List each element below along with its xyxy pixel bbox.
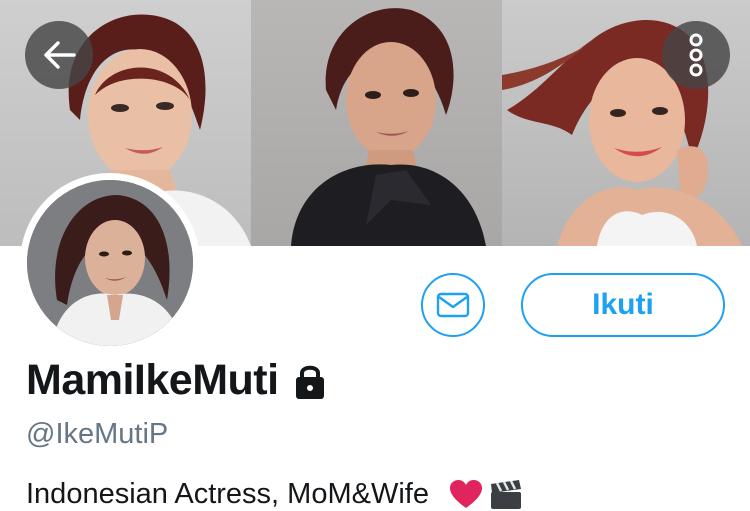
profile-handle: @IkeMutiP [26,418,169,450]
clapper-board-icon [490,479,521,509]
follow-button-label: Ikuti [592,288,654,321]
arrow-left-icon [44,41,76,69]
avatar[interactable] [20,173,200,353]
avatar-photo [27,180,193,346]
vertical-dots-icon [689,33,703,77]
follow-button[interactable]: Ikuti [521,273,725,337]
envelope-icon [436,292,470,318]
display-name: MamiIkeMuti [26,356,279,404]
profile-name-row: MamiIkeMuti [26,356,327,405]
heart-icon [449,479,482,508]
back-button[interactable] [25,21,93,89]
message-button[interactable] [421,273,485,337]
lock-icon [295,365,324,399]
more-options-button[interactable] [662,21,730,89]
profile-bio: Indonesian Actress, MoM&Wife [26,478,429,510]
header-photo-2 [251,0,502,246]
profile-bio-row: Indonesian Actress, MoM&Wife [26,478,523,511]
